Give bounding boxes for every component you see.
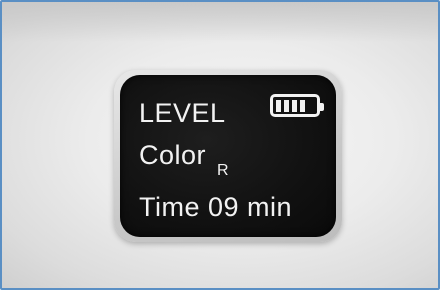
battery-bar [292,99,297,112]
color-subscript: R [217,162,229,179]
battery-bar [300,99,305,112]
level-label: LEVEL [139,98,226,128]
color-label: Color [139,140,207,170]
battery-full-icon [270,94,324,117]
battery-bar [276,99,281,112]
photo-frame: LEVEL Color R Time 09 min [0,0,440,290]
time-readout: Time 09 min [139,192,293,222]
battery-bar [284,99,289,112]
battery-cap [320,103,324,111]
